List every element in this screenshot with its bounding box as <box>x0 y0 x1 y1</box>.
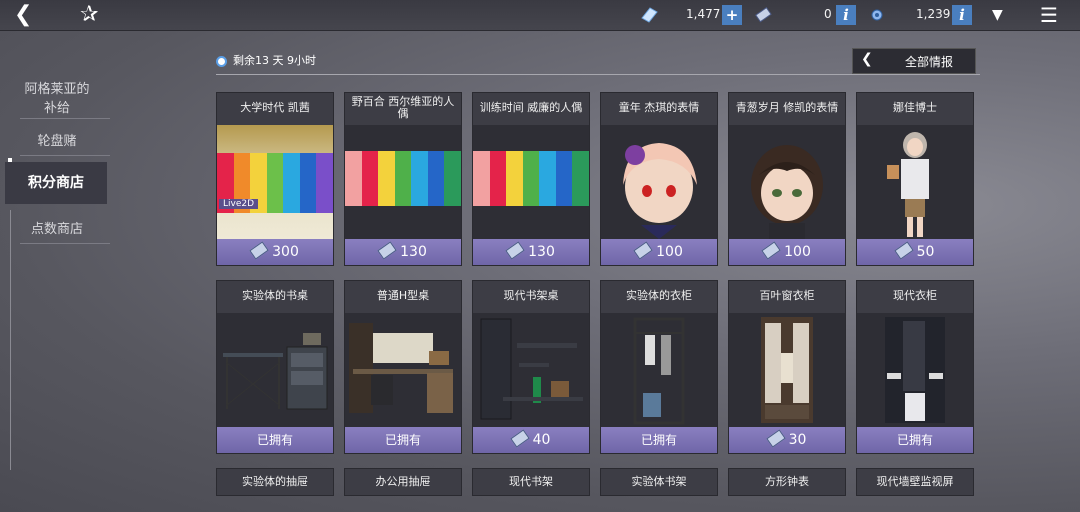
sidebar-divider <box>20 118 110 119</box>
ticket-icon <box>633 241 653 260</box>
sidebar-item-credit-shop[interactable]: 点数商店 <box>8 218 106 237</box>
card-art <box>217 125 333 239</box>
card-art <box>345 125 461 239</box>
card-price: 100 <box>601 239 717 265</box>
ticket-icon <box>754 6 772 24</box>
card-title: 大学时代 凯茜 <box>240 101 310 114</box>
remaining-time-text: 剩余13 天 9小时 <box>233 54 316 67</box>
gear-chip-icon <box>868 6 886 24</box>
card-title: 普通H型桌 <box>376 289 430 302</box>
card-title: 野百合 西尔维亚的人偶 <box>351 95 455 120</box>
card-art <box>729 125 845 239</box>
sidebar-divider <box>20 155 110 156</box>
shop-card-partial[interactable]: 现代墙壁监视屏 <box>856 468 974 496</box>
ticket-info-button[interactable]: i <box>836 5 856 25</box>
shop-card[interactable]: 青葱岁月 修凯的表情 100 <box>728 92 846 266</box>
shop-card[interactable]: 现代衣柜 已拥有 <box>856 280 974 454</box>
card-title: 娜佳博士 <box>893 101 937 114</box>
card-art <box>473 125 589 239</box>
shop-card[interactable]: 百叶窗衣柜 30 <box>728 280 846 454</box>
chevron-left-icon: ❮ <box>861 51 873 67</box>
shop-card[interactable]: 娜佳博士 50 <box>856 92 974 266</box>
card-title: 实验体的书桌 <box>242 289 308 302</box>
shop-card[interactable]: 大学时代 凯茜 Live2D 300 <box>216 92 334 266</box>
shop-card[interactable]: 实验体的衣柜 已拥有 <box>600 280 718 454</box>
menu-icon[interactable]: ☰ <box>1040 2 1058 28</box>
shop-card[interactable]: 野百合 西尔维亚的人偶 130 <box>344 92 462 266</box>
currency-chip-value: 1,239 <box>916 7 951 21</box>
card-price: 已拥有 <box>345 427 461 453</box>
card-title: 百叶窗衣柜 <box>759 289 815 302</box>
card-price: 40 <box>473 427 589 453</box>
card-art <box>473 313 589 427</box>
card-price: 130 <box>345 239 461 265</box>
shop-card-partial[interactable]: 实验体书架 <box>600 468 718 496</box>
card-art <box>601 313 717 427</box>
header-divider <box>216 74 980 75</box>
currency-crystal-value: 1,477 <box>686 7 721 21</box>
crystal-icon <box>640 6 658 24</box>
back-icon[interactable]: ❮ <box>14 2 32 28</box>
card-price: 已拥有 <box>217 427 333 453</box>
clock-icon <box>216 56 227 67</box>
card-title: 训练时间 威廉的人偶 <box>479 101 583 114</box>
card-title: 实验体的衣柜 <box>626 289 692 302</box>
live2d-badge: Live2D <box>219 199 259 209</box>
card-title: 童年 杰琪的表情 <box>618 101 700 114</box>
ticket-icon <box>249 241 269 260</box>
home-star-icon[interactable]: ✰ <box>80 2 98 28</box>
dropdown-icon[interactable]: ▼ <box>992 2 1003 28</box>
ticket-icon <box>765 429 786 448</box>
all-info-button[interactable]: ❮ 全部情报 <box>852 48 976 74</box>
shop-card-partial[interactable]: 办公用抽屉 <box>344 468 462 496</box>
ticket-icon <box>893 241 914 260</box>
add-currency-button[interactable]: + <box>722 5 742 25</box>
shop-card-partial[interactable]: 现代书架 <box>472 468 590 496</box>
card-price: 已拥有 <box>857 427 973 453</box>
chip-info-button[interactable]: i <box>952 5 972 25</box>
top-bar: ❮ ✰ 1,477 + 0 i 1,239 i ▼ ☰ <box>0 0 1080 31</box>
sidebar: 阿格莱亚的 补给 轮盘赌 积分商店 点数商店 <box>0 30 120 512</box>
shop-card[interactable]: 童年 杰琪的表情 100 <box>600 92 718 266</box>
card-price: 100 <box>729 239 845 265</box>
shop-card-partial[interactable]: 方形钟表 <box>728 468 846 496</box>
card-price: 已拥有 <box>601 427 717 453</box>
shop-card[interactable]: 普通H型桌 已拥有 <box>344 280 462 454</box>
card-price: 130 <box>473 239 589 265</box>
remaining-time: 剩余13 天 9小时 <box>216 52 316 68</box>
card-title: 青葱岁月 修凯的表情 <box>735 101 839 114</box>
sidebar-item-supply[interactable]: 阿格莱亚的 补给 <box>8 78 106 116</box>
shop-card[interactable]: 实验体的书桌 已拥有 <box>216 280 334 454</box>
card-title: 现代书架桌 <box>503 289 559 302</box>
ticket-icon <box>377 241 397 260</box>
card-art <box>345 313 461 427</box>
sidebar-divider <box>20 243 110 244</box>
shop-card[interactable]: 现代书架桌 40 <box>472 280 590 454</box>
card-price: 300 <box>217 239 333 265</box>
card-art <box>857 313 973 427</box>
currency-ticket-value: 0 <box>824 7 832 21</box>
sidebar-item-point-shop[interactable]: 积分商店 <box>5 162 107 204</box>
card-art <box>857 125 973 239</box>
card-price: 30 <box>729 427 845 453</box>
card-art <box>217 313 333 427</box>
all-info-label: 全部情报 <box>905 55 954 69</box>
card-art <box>601 125 717 239</box>
ticket-icon <box>505 241 525 260</box>
card-title: 现代衣柜 <box>893 289 937 302</box>
card-price: 50 <box>857 239 973 265</box>
sidebar-scroll-line <box>10 210 11 470</box>
ticket-icon <box>761 241 781 260</box>
ticket-icon <box>509 429 530 448</box>
sidebar-item-roulette[interactable]: 轮盘赌 <box>8 130 106 149</box>
shop-card-partial[interactable]: 实验体的抽屉 <box>216 468 334 496</box>
card-art <box>729 313 845 427</box>
shop-card[interactable]: 训练时间 威廉的人偶 130 <box>472 92 590 266</box>
